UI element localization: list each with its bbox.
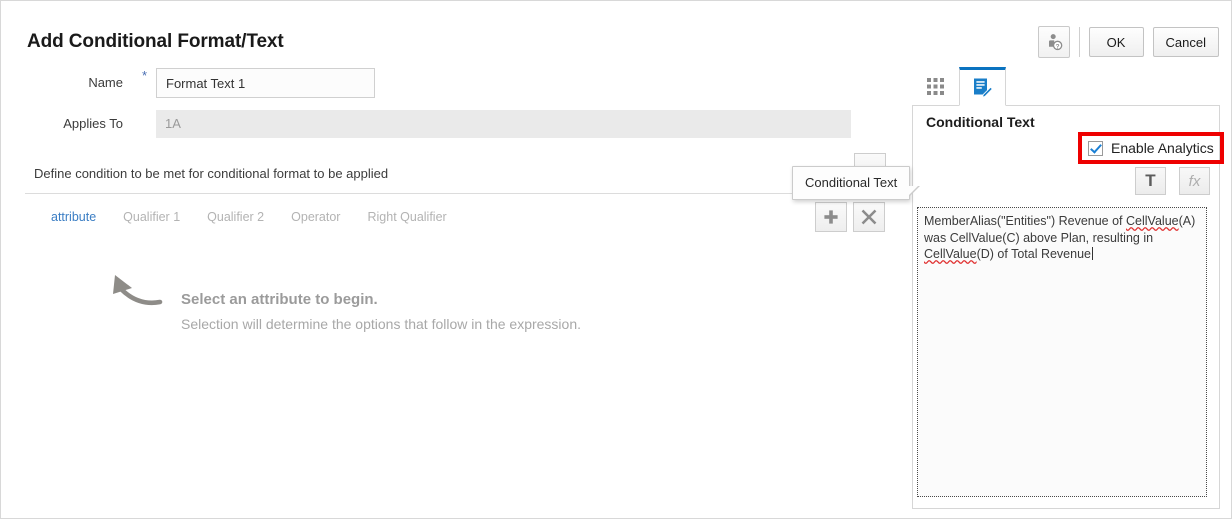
toolbar-divider: [1079, 27, 1080, 57]
function-button[interactable]: fx: [1179, 167, 1210, 195]
condition-column-right-qualifier[interactable]: Right Qualifier: [367, 210, 446, 224]
document-edit-icon: [972, 77, 993, 98]
remove-condition-button[interactable]: [853, 202, 885, 232]
applies-to-label: Applies To: [55, 116, 123, 131]
required-marker: *: [142, 69, 147, 82]
cancel-button[interactable]: Cancel: [1153, 27, 1219, 57]
editor-segment-3: CellValue: [924, 247, 977, 261]
tab-grid[interactable]: [912, 67, 959, 106]
empty-state-title: Select an attribute to begin.: [181, 291, 378, 308]
editor-segment-4: (D) of Total Revenue: [977, 247, 1091, 261]
conditional-text-editor[interactable]: MemberAlias("Entities") Revenue of CellV…: [917, 207, 1207, 497]
text-format-label: T: [1145, 171, 1155, 191]
applies-to-value: 1A: [156, 110, 851, 138]
define-condition-instruction: Define condition to be met for condition…: [34, 166, 388, 181]
tooltip: Conditional Text: [792, 166, 910, 200]
condition-column-qualifier-2[interactable]: Qualifier 2: [207, 210, 264, 224]
user-help-button[interactable]: ?: [1038, 26, 1070, 58]
condition-column-operator[interactable]: Operator: [291, 210, 340, 224]
condition-column-headers: attribute Qualifier 1 Qualifier 2 Operat…: [51, 210, 474, 224]
page-title: Add Conditional Format/Text: [27, 31, 284, 53]
grid-icon: [927, 78, 944, 95]
name-input[interactable]: [156, 68, 375, 98]
add-condition-button[interactable]: [815, 202, 847, 232]
editor-segment-0: MemberAlias("Entities") Revenue of: [924, 214, 1126, 228]
condition-column-qualifier-1[interactable]: Qualifier 1: [123, 210, 180, 224]
plus-icon: [823, 209, 839, 225]
editor-segment-1: CellValue: [1126, 214, 1179, 228]
section-divider: [25, 193, 875, 194]
user-help-icon: ?: [1045, 33, 1063, 51]
checkbox-indicator[interactable]: [1088, 141, 1103, 156]
close-icon: [861, 209, 877, 225]
panel-tabstrip: [912, 67, 1006, 106]
panel-title: Conditional Text: [926, 114, 1035, 130]
name-label: Name: [55, 75, 123, 90]
text-caret: [1092, 247, 1093, 260]
enable-analytics-label: Enable Analytics: [1111, 140, 1214, 156]
ok-button[interactable]: OK: [1089, 27, 1144, 57]
function-label: fx: [1189, 173, 1201, 190]
text-format-button[interactable]: T: [1135, 167, 1166, 195]
tooltip-text: Conditional Text: [805, 175, 897, 190]
dialog-toolbar: ? OK Cancel: [1038, 25, 1219, 59]
enable-analytics-checkbox[interactable]: Enable Analytics: [1088, 140, 1214, 156]
svg-text:?: ?: [1055, 43, 1059, 50]
add-conditional-format-dialog: Add Conditional Format/Text ? OK Cancel …: [0, 0, 1232, 519]
curved-arrow-icon: [105, 269, 167, 309]
hint-arrow: [105, 269, 167, 314]
condition-column-attribute[interactable]: attribute: [51, 210, 96, 224]
tab-conditional-text[interactable]: [959, 67, 1006, 106]
empty-state-subtitle: Selection will determine the options tha…: [181, 316, 581, 332]
